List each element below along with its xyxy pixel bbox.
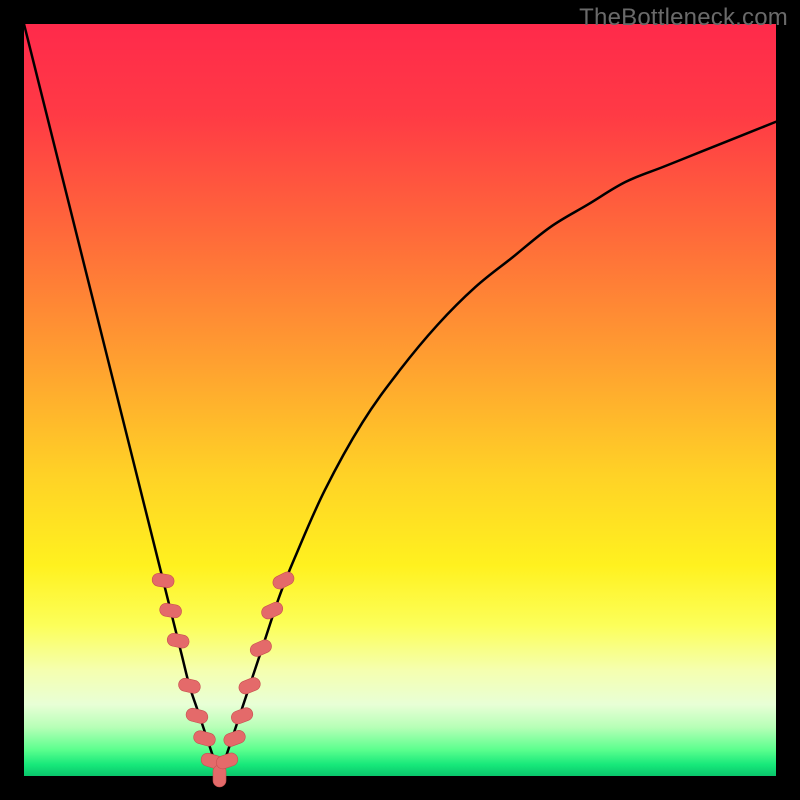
curve-left-branch [24, 24, 220, 776]
curve-marker [192, 729, 217, 747]
curve-right-branch [220, 122, 776, 776]
curve-marker [159, 602, 183, 619]
curve-marker [248, 638, 273, 659]
curve-marker [151, 572, 175, 588]
curve-marker [185, 707, 210, 725]
black-frame: TheBottleneck.com [0, 0, 800, 800]
watermark-text: TheBottleneck.com [579, 4, 788, 32]
plot-area [24, 24, 776, 776]
marker-group [151, 570, 296, 787]
curve-marker [229, 706, 254, 726]
curve-marker [177, 677, 201, 695]
curve-marker [259, 600, 284, 621]
curve-marker [237, 676, 262, 696]
curve-marker [166, 632, 190, 649]
curve-marker [271, 570, 296, 591]
curve-marker [222, 729, 247, 749]
curve-layer [24, 24, 776, 776]
